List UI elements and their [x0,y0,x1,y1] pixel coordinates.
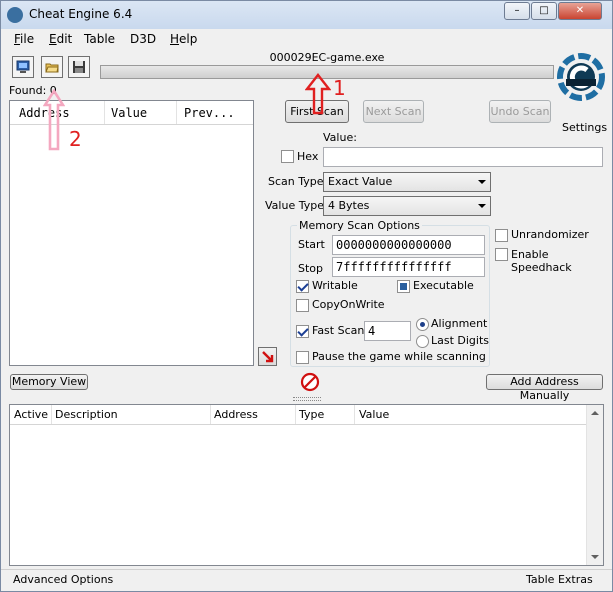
fast-scan-input[interactable]: 4 [364,321,411,341]
copyonwrite-label: CopyOnWrite [312,298,385,311]
table-extras-label[interactable]: Table Extras [526,573,593,586]
speedhack-label: Enable Speedhack [511,248,572,274]
panel-splitter-handle[interactable] [293,397,321,401]
writable-label: Writable [312,279,358,292]
writable-checkbox[interactable] [296,280,309,293]
stop-label: Stop [298,262,324,275]
col-type[interactable]: Type [299,408,324,421]
alignment-radio[interactable] [416,318,429,331]
address-list-panel[interactable]: Active Description Address Type Value [9,404,604,566]
annotation-number-1: 1 [333,76,346,100]
fast-scan-checkbox[interactable] [296,325,309,338]
floppy-disk-icon [73,61,85,73]
scan-type-label: Scan Type [268,175,324,188]
column-separator [176,101,177,124]
start-label: Start [298,238,325,251]
add-selected-to-list-button[interactable] [258,347,277,366]
menu-edit[interactable]: Edit [49,32,72,46]
value-input[interactable] [323,147,603,167]
address-list-scrollbar[interactable] [586,405,603,565]
stop-scan-icon[interactable] [300,372,320,392]
menu-d3d[interactable]: D3D [130,32,156,46]
col-address[interactable]: Address [214,408,258,421]
column-separator [104,101,105,124]
title-bar: Cheat Engine 6.4 – □ ✕ [1,1,612,29]
advanced-options-label[interactable]: Advanced Options [13,573,113,586]
menu-help[interactable]: Help [170,32,197,46]
maximize-button[interactable]: □ [531,2,557,20]
unrandomizer-checkbox[interactable] [495,229,508,242]
add-address-manually-button[interactable]: Add Address Manually [486,374,603,402]
annotation-number-2: 2 [69,127,82,151]
menu-file[interactable]: File [14,32,34,46]
window-title: Cheat Engine 6.4 [29,7,133,21]
col-value[interactable]: Value [111,106,147,120]
column-separator [354,405,355,424]
executable-label: Executable [413,279,474,292]
address-list-header: Active Description Address Type Value [10,405,587,425]
red-up-arrow-annotation-icon [305,73,331,115]
next-scan-button[interactable]: Next Scan [363,100,424,123]
pause-game-label: Pause the game while scanning [312,350,486,363]
pause-game-checkbox[interactable] [296,351,309,364]
hex-label: Hex [297,150,319,163]
executable-checkbox[interactable] [397,280,410,293]
value-type-label: Value Type [265,199,324,212]
cheat-engine-logo-icon[interactable] [557,53,605,101]
memory-scan-options-title: Memory Scan Options [297,219,422,232]
minimize-button[interactable]: – [504,2,530,20]
status-bar: Advanced Options Table Extras [1,569,612,591]
value-type-select[interactable]: 4 Bytes [323,196,491,216]
scroll-down-icon[interactable] [591,555,599,559]
fast-scan-label: Fast Scan [312,324,365,337]
col-active[interactable]: Active [14,408,48,421]
value-label: Value: [323,131,357,144]
dropdown-arrow-icon [478,180,486,184]
close-button[interactable]: ✕ [558,2,602,20]
pink-up-arrow-annotation-icon [43,89,65,151]
red-arrow-down-icon [262,351,274,363]
copyonwrite-checkbox[interactable] [296,299,309,312]
dropdown-arrow-icon [478,204,486,208]
settings-label[interactable]: Settings [562,121,607,134]
open-folder-icon [45,63,59,73]
last-digits-radio[interactable] [416,335,429,348]
col-description[interactable]: Description [55,408,118,421]
column-separator [51,405,52,424]
menu-bar: File Edit Table D3D Help [1,29,612,49]
speedhack-checkbox[interactable] [495,248,508,261]
open-file-button[interactable] [41,56,63,78]
column-separator [210,405,211,424]
memory-view-button[interactable]: Memory View [10,374,88,390]
cheat-engine-window: Cheat Engine 6.4 – □ ✕ File Edit Table D… [0,0,613,592]
col-previous[interactable]: Prev... [184,106,235,120]
hex-checkbox[interactable] [281,150,294,163]
column-separator [295,405,296,424]
unrandomizer-label: Unrandomizer [511,228,589,241]
undo-scan-button[interactable]: Undo Scan [489,100,551,123]
menu-table[interactable]: Table [84,32,115,46]
select-process-button[interactable] [12,56,34,78]
stop-address-input[interactable]: 7fffffffffffffff [332,257,485,277]
last-digits-label: Last Digits [431,334,490,347]
scan-type-select[interactable]: Exact Value [323,172,491,192]
computer-process-icon [16,60,30,73]
process-name-label: 000029EC-game.exe [269,51,385,64]
col-value[interactable]: Value [359,408,389,421]
save-file-button[interactable] [68,56,90,78]
scroll-up-icon[interactable] [591,411,599,415]
cheat-engine-app-icon [7,7,23,23]
alignment-label: Alignment [431,317,488,330]
start-address-input[interactable]: 0000000000000000 [332,235,485,255]
